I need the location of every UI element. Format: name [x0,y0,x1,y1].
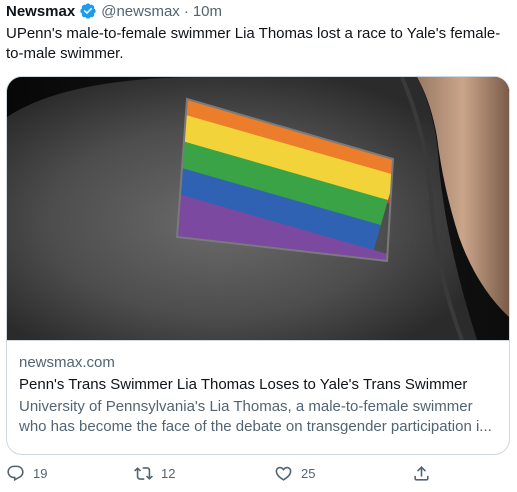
card-description: University of Pennsylvania's Lia Thomas,… [19,398,492,435]
share-icon [412,464,431,483]
rainbow-flag-patch-photo [7,77,509,340]
card-title[interactable]: Penn's Trans Swimmer Lia Thomas Loses to… [19,375,497,397]
link-preview-card[interactable]: newsmax.com Penn's Trans Swimmer Lia Tho… [6,76,510,455]
card-body[interactable]: newsmax.com Penn's Trans Swimmer Lia Tho… [7,340,509,454]
card-domain: newsmax.com [19,354,115,371]
verified-badge-icon [79,2,97,20]
retweet-count: 12 [161,465,176,481]
share-button[interactable] [412,464,431,483]
heart-icon [274,464,293,483]
separator-dot: · [183,2,189,20]
like-button[interactable]: 25 [274,464,315,483]
tweet-text: UPenn's male-to-female swimmer Lia Thoma… [6,25,501,62]
author-name[interactable]: Newsmax [6,3,75,20]
tweet-actions: 19 12 25 [6,460,446,486]
retweet-icon [134,464,153,483]
retweet-button[interactable]: 12 [134,464,175,483]
reply-button[interactable]: 19 [6,464,47,483]
tweet-header: Newsmax @newsmax · 10m [6,0,222,22]
reply-count: 19 [33,465,48,481]
author-handle[interactable]: @newsmax [101,3,180,20]
reply-icon [6,464,25,483]
tweet-timestamp[interactable]: 10m [193,3,222,20]
card-image[interactable] [7,77,509,340]
like-count: 25 [301,465,316,481]
